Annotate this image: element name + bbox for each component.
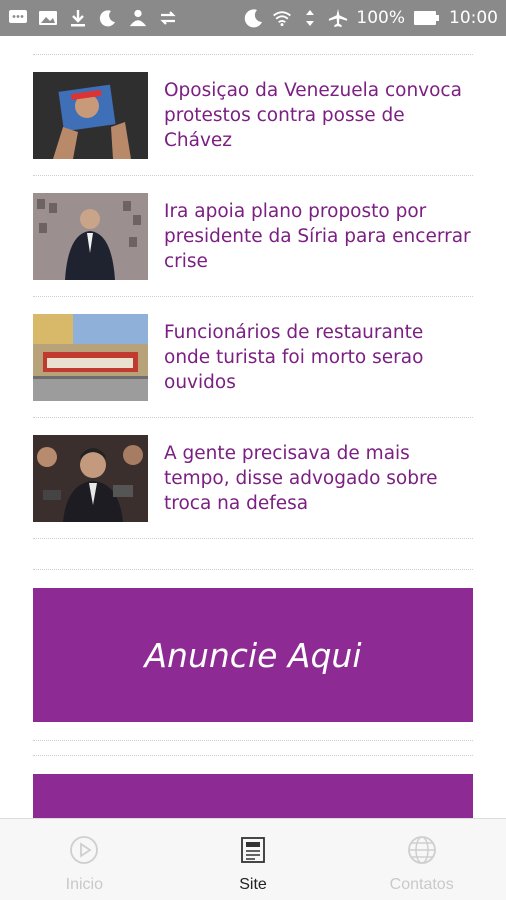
news-thumbnail xyxy=(33,313,148,401)
download-icon xyxy=(68,8,88,28)
news-title[interactable]: Ira apoia plano proposto por presidente … xyxy=(164,199,473,274)
newspaper-icon xyxy=(239,835,267,870)
nav-item-contatos[interactable]: Contatos xyxy=(337,819,506,900)
moon-icon xyxy=(244,8,264,28)
clock-time: 10:00 xyxy=(449,8,498,28)
globe-icon xyxy=(407,835,437,870)
moon-icon xyxy=(98,8,118,28)
ad-banner[interactable]: Anuncie Aqui xyxy=(33,588,473,722)
nav-label: Inicio xyxy=(65,876,104,893)
image-icon xyxy=(38,8,58,28)
nav-label: Contatos xyxy=(389,876,454,893)
wifi-icon xyxy=(272,8,292,28)
status-right: 100% 10:00 xyxy=(244,8,498,28)
content-area[interactable]: Oposiçao da Venezuela convoca protestos … xyxy=(0,36,506,818)
news-item[interactable]: Funcionários de restaurante onde turista… xyxy=(33,297,473,418)
news-item[interactable]: Oposiçao da Venezuela convoca protestos … xyxy=(33,55,473,176)
sync-icon xyxy=(158,8,178,28)
ad-label: Anuncie Aqui xyxy=(144,635,362,675)
vibrate-icon xyxy=(300,8,320,28)
news-item[interactable]: Ira apoia plano proposto por presidente … xyxy=(33,176,473,297)
airplane-icon xyxy=(328,8,348,28)
bottom-nav: Inicio Site Contatos xyxy=(0,818,506,900)
news-title[interactable]: Funcionários de restaurante onde turista… xyxy=(164,320,473,395)
news-thumbnail xyxy=(33,434,148,522)
news-list: Oposiçao da Venezuela convoca protestos … xyxy=(0,55,506,539)
nav-label: Site xyxy=(239,876,267,893)
nav-item-inicio[interactable]: Inicio xyxy=(0,819,169,900)
person-icon xyxy=(128,8,148,28)
ad-banner-secondary[interactable] xyxy=(33,774,473,818)
news-title[interactable]: A gente precisava de mais tempo, disse a… xyxy=(164,441,473,516)
status-left xyxy=(8,8,244,28)
news-item[interactable]: A gente precisava de mais tempo, disse a… xyxy=(33,418,473,539)
news-title[interactable]: Oposiçao da Venezuela convoca protestos … xyxy=(164,78,473,153)
news-thumbnail xyxy=(33,71,148,159)
nav-item-site[interactable]: Site xyxy=(169,819,338,900)
status-bar: 100% 10:00 xyxy=(0,0,506,36)
play-icon xyxy=(69,835,99,870)
news-thumbnail xyxy=(33,192,148,280)
battery-icon xyxy=(413,8,441,28)
battery-percent: 100% xyxy=(356,8,405,28)
message-icon xyxy=(8,8,28,28)
